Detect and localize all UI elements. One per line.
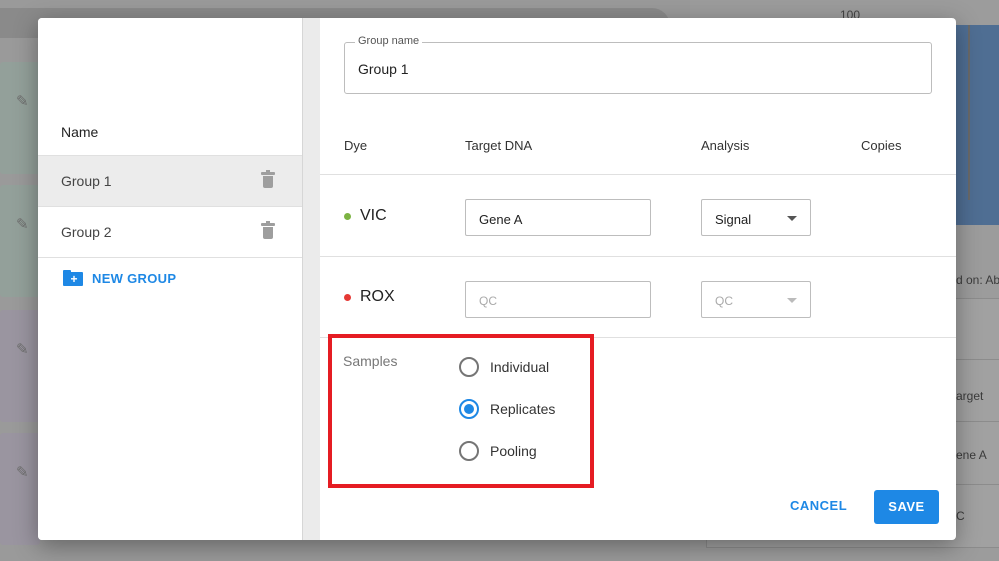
new-group-label: NEW GROUP <box>92 270 177 286</box>
dye-vic: VIC <box>344 207 387 225</box>
name-column-header: Name <box>61 124 99 140</box>
new-group-button[interactable]: + NEW GROUP <box>63 270 176 286</box>
trash-icon[interactable] <box>261 221 275 241</box>
save-button[interactable]: SAVE <box>874 490 939 524</box>
pencil-icon: ✎ <box>16 216 29 233</box>
dye-color-dot <box>344 212 351 220</box>
background-card: ✎ <box>0 433 40 545</box>
dye-label: VIC <box>360 207 387 224</box>
background-text: C <box>956 509 965 523</box>
background-card: ✎ <box>0 62 40 174</box>
group-list-pane: Name Group 1 Group 2 + NEW GROUP <box>38 18 302 540</box>
dropdown-caret-icon <box>787 216 797 221</box>
group-item-2[interactable]: Group 2 <box>38 206 302 257</box>
group-name-field[interactable]: Group name Group 1 <box>344 35 932 94</box>
group-item-label: Group 2 <box>61 224 112 240</box>
target-dna-input[interactable]: QC <box>465 281 651 318</box>
highlight-box <box>328 334 594 488</box>
cancel-button[interactable]: CANCEL <box>790 498 847 513</box>
background-text: d on: Ab <box>956 273 999 287</box>
column-header-dye: Dye <box>344 138 368 153</box>
dye-label: ROX <box>360 288 395 305</box>
group-name-label: Group name <box>355 35 423 47</box>
background-chart-axis <box>968 25 970 200</box>
column-header-copies: Copies <box>861 138 902 153</box>
background-text: arget <box>956 389 984 403</box>
group-item-label: Group 1 <box>61 173 112 189</box>
pencil-icon: ✎ <box>16 341 29 358</box>
pencil-icon: ✎ <box>16 93 29 110</box>
analysis-select[interactable]: QC <box>701 281 811 318</box>
column-header-target-dna: Target DNA <box>465 138 533 153</box>
pane-divider <box>302 18 320 540</box>
column-header-analysis: Analysis <box>701 138 750 153</box>
target-dna-input[interactable]: Gene A <box>465 199 651 236</box>
pencil-icon: ✎ <box>16 464 29 481</box>
row-divider <box>320 256 956 257</box>
row-divider <box>320 174 956 175</box>
group-item-1[interactable]: Group 1 <box>38 155 302 206</box>
add-folder-icon: + <box>63 270 83 286</box>
analysis-select[interactable]: Signal <box>701 199 811 236</box>
group-name-input[interactable]: Group 1 <box>358 61 409 77</box>
list-divider <box>38 257 302 258</box>
background-card: ✎ <box>0 185 40 297</box>
dye-color-dot <box>344 293 351 301</box>
background-card: ✎ <box>0 310 40 422</box>
analysis-select-value: QC <box>715 294 733 308</box>
background-chart <box>956 25 999 225</box>
analysis-select-value: Signal <box>715 212 752 227</box>
dropdown-caret-icon <box>787 298 797 303</box>
background-text: ene A <box>956 448 987 462</box>
dye-rox: ROX <box>344 288 395 306</box>
trash-icon[interactable] <box>261 170 275 190</box>
